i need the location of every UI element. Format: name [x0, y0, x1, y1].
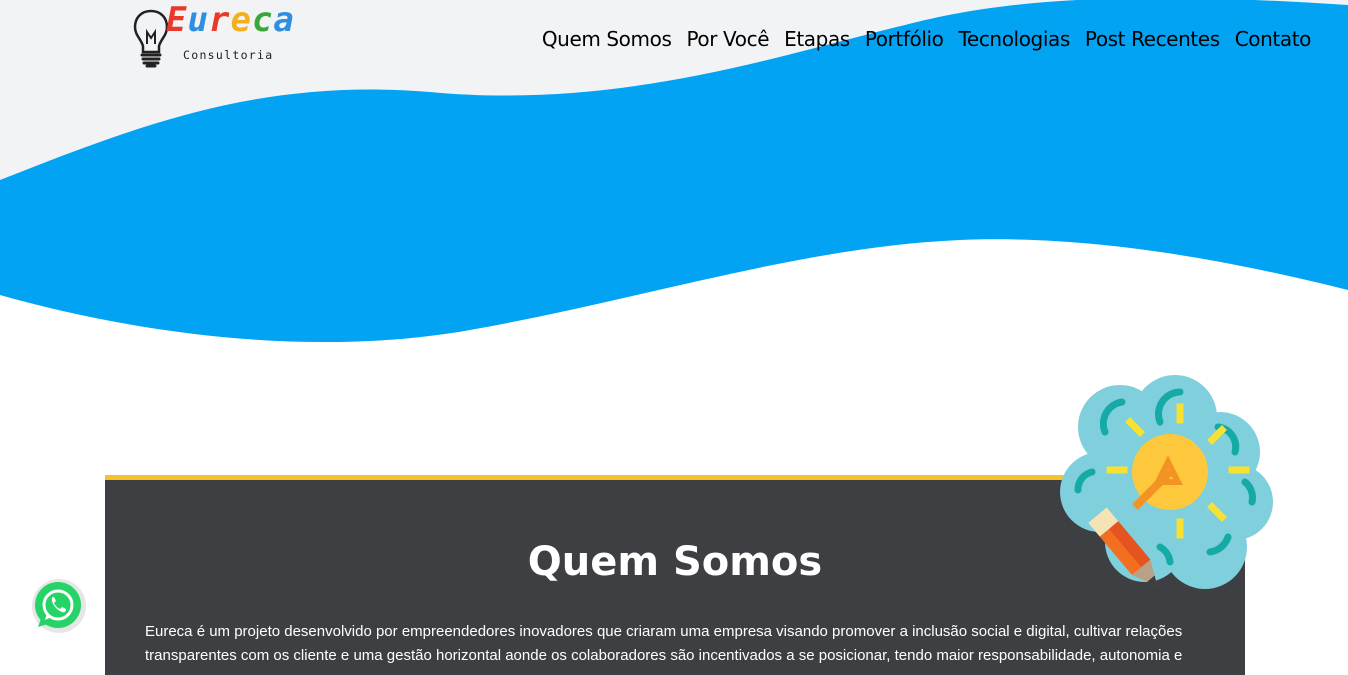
logo[interactable]: Eureca Consultoria	[132, 3, 302, 68]
whatsapp-icon[interactable]	[29, 578, 89, 638]
logo-letter: c	[251, 0, 274, 40]
nav-contato[interactable]: Contato	[1235, 25, 1312, 53]
logo-letter: e	[230, 0, 252, 40]
nav-tecnologias[interactable]: Tecnologias	[959, 25, 1071, 53]
logo-letter: E	[166, 0, 188, 40]
main-nav: Quem Somos Por Você Etapas Portfólio Tec…	[542, 25, 1312, 53]
about-text: Eureca é um projeto desenvolvido por emp…	[145, 623, 1183, 664]
logo-tagline: Consultoria	[183, 48, 274, 62]
logo-letter: u	[187, 0, 209, 40]
logo-wordmark: Eureca	[166, 3, 295, 37]
logo-letter: a	[273, 0, 295, 40]
nav-quem-somos[interactable]: Quem Somos	[542, 25, 672, 53]
nav-etapas[interactable]: Etapas	[784, 25, 850, 53]
nav-portfolio[interactable]: Portfólio	[865, 25, 944, 53]
nav-post-recentes[interactable]: Post Recentes	[1085, 25, 1220, 53]
nav-por-voce[interactable]: Por Você	[686, 25, 769, 53]
lightbulb-icon	[133, 9, 169, 68]
logo-letter: r	[208, 0, 231, 40]
idea-pencil-icon	[1060, 375, 1273, 589]
